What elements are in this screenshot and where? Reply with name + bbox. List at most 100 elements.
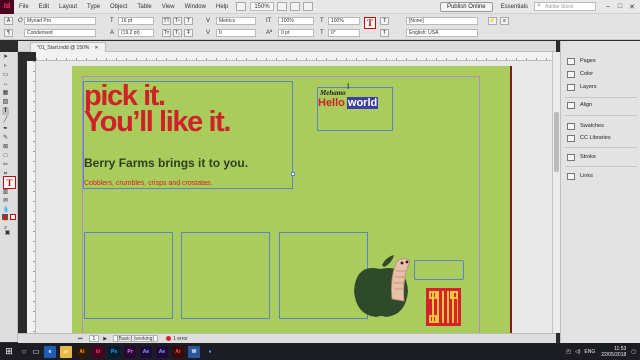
language-dropdown[interactable]: English: USA [406, 29, 478, 37]
pen-tool-icon[interactable]: ✒ [2, 126, 9, 133]
selection-tool-icon[interactable]: ➤ [2, 54, 9, 61]
panel-color[interactable]: Color [567, 69, 593, 79]
gap-tool-icon[interactable]: ↔ [2, 81, 9, 88]
font-size-field[interactable]: 16 pt [118, 17, 154, 25]
taskbar-app-icon[interactable]: Ps [108, 345, 120, 358]
taskbar-app-icon[interactable]: ● [204, 345, 216, 358]
volume-icon[interactable]: ◁) [575, 349, 581, 355]
kerning-field[interactable]: Metrics [216, 17, 256, 25]
panel-layers[interactable]: Layers [567, 82, 597, 92]
paragraph-formatting-icon[interactable]: ¶ [4, 29, 13, 37]
panel-swatches[interactable]: Swatches [567, 121, 604, 131]
quick-apply-icon[interactable]: ⚡ [488, 17, 497, 25]
horizontal-ruler[interactable] [36, 52, 552, 61]
taskbar-search-icon[interactable]: ○ [18, 343, 30, 360]
line-tool-icon[interactable]: ╱ [2, 117, 9, 124]
menu-object[interactable]: Object [105, 4, 132, 10]
baseline-shift-field[interactable]: 0 pt [278, 29, 314, 37]
publish-online-button[interactable]: Publish Online [439, 1, 493, 12]
bridge-icon[interactable] [236, 2, 247, 11]
skew-field[interactable]: 0° [328, 29, 360, 37]
content-placer-icon[interactable]: ▧ [2, 99, 9, 106]
taskbar-app-icon[interactable]: e [44, 345, 56, 358]
superscript-icon[interactable]: T¹ [173, 17, 182, 25]
font-family-field[interactable]: Myriad Pro [24, 17, 96, 25]
small-text-frame[interactable] [414, 260, 464, 280]
task-view-icon[interactable]: ▭ [30, 343, 42, 360]
menu-edit[interactable]: Edit [34, 4, 54, 10]
panel-pages[interactable]: Pages [567, 56, 596, 66]
character-formatting-icon[interactable]: A [4, 17, 13, 25]
close-tab-icon[interactable]: ✕ [94, 45, 98, 51]
image-frame-1[interactable] [84, 232, 173, 319]
type-tool-icon[interactable]: T [2, 108, 9, 115]
first-page-icon[interactable]: ⏮ [78, 336, 83, 342]
panel-stroke[interactable]: Stroke [567, 152, 596, 162]
menu-layout[interactable]: Layout [54, 4, 82, 10]
pasteboard[interactable]: pick it. You’ll like it. Berry Farms bri… [36, 61, 552, 333]
character-style-dropdown[interactable]: [None] [406, 17, 478, 25]
horizontal-scale-field[interactable]: 100% [328, 17, 360, 25]
vertical-scrollbar[interactable] [552, 52, 560, 333]
page-tool-icon[interactable]: ▭ [2, 72, 9, 79]
taskbar-app-icon[interactable]: Ar [172, 345, 184, 358]
close-icon[interactable]: ✕ [626, 3, 638, 11]
all-caps-icon[interactable]: TT [162, 17, 171, 25]
document-page[interactable]: pick it. You’ll like it. Berry Farms bri… [72, 66, 512, 333]
notifications-icon[interactable]: ▢ [631, 349, 636, 355]
text-fill-icon[interactable]: T [364, 17, 376, 29]
taskbar-app-icon[interactable]: Ae [140, 345, 152, 358]
fill-swatch[interactable] [2, 214, 8, 220]
arrange-documents-icon[interactable] [302, 2, 313, 11]
pencil-tool-icon[interactable]: ✎ [2, 135, 9, 142]
panel-menu-icon[interactable]: ≡ [500, 17, 509, 25]
page-number-field[interactable]: 1 [88, 335, 100, 342]
windows-start-icon[interactable]: ⊞ [0, 343, 18, 360]
image-frame-2[interactable] [181, 232, 270, 319]
font-style-field[interactable]: Condensed [24, 29, 96, 37]
underline-icon[interactable]: T [184, 17, 193, 25]
menu-help[interactable]: Help [211, 4, 233, 10]
rectangle-frame-tool-icon[interactable]: ⊠ [2, 144, 9, 151]
network-icon[interactable]: ◰ [566, 349, 571, 355]
leading-field[interactable]: (19.2 pt) [118, 29, 154, 37]
adobe-stock-search-input[interactable]: Adobe Stock [534, 2, 596, 11]
panel-cc-libraries[interactable]: CC Libraries [567, 133, 611, 143]
screen-mode-icon[interactable] [289, 2, 300, 11]
error-count[interactable]: 1 error [173, 336, 188, 342]
workspace-switcher[interactable]: Essentials [501, 4, 528, 10]
menu-view[interactable]: View [157, 4, 180, 10]
taskbar-app-icon[interactable]: Ae [156, 345, 168, 358]
taskbar-app-icon[interactable]: Ai [76, 345, 88, 358]
hello-world-text[interactable]: Hello world [318, 97, 379, 109]
taskbar-app-icon[interactable]: Pr [124, 345, 136, 358]
clock[interactable]: 11:53 22/05/2018 [601, 346, 626, 358]
menu-window[interactable]: Window [180, 4, 211, 10]
maximize-icon[interactable]: □ [614, 3, 626, 11]
minimize-icon[interactable]: – [602, 3, 614, 11]
strikethrough-icon[interactable]: Ŧ [184, 29, 193, 37]
menu-type[interactable]: Type [82, 4, 105, 10]
language-indicator[interactable]: ENG [584, 349, 595, 355]
frame-out-port-handle[interactable] [291, 172, 295, 176]
formatting-affects-text-icon[interactable]: T [3, 176, 16, 189]
menu-table[interactable]: Table [132, 4, 156, 10]
tracking-field[interactable]: 0 [216, 29, 256, 37]
screen-mode-tool-icon[interactable]: ▣ [4, 230, 11, 237]
gradient-feather-icon[interactable]: ▥ [2, 189, 9, 196]
subscript-icon[interactable]: T₁ [173, 29, 182, 37]
fill-color-icon[interactable]: T [380, 17, 389, 25]
vertical-scale-field[interactable]: 100% [278, 17, 314, 25]
rectangle-tool-icon[interactable]: □ [2, 153, 9, 160]
eyedropper-tool-icon[interactable]: 💧 [2, 207, 9, 214]
stroke-color-icon[interactable]: T [380, 29, 389, 37]
zoom-level-dropdown[interactable]: 150% [250, 2, 274, 11]
taskbar-app-icon[interactable]: W [188, 345, 200, 358]
taskbar-app-icon[interactable]: 📁 [60, 345, 72, 358]
panel-align[interactable]: Align [567, 100, 592, 110]
preflight-profile-field[interactable]: [Basic] (working) [113, 335, 159, 342]
hello-text-frame[interactable]: Mehamo Hello world [317, 87, 393, 131]
next-page-icon[interactable]: ▶ [103, 336, 107, 342]
vertical-scrollbar-thumb[interactable] [554, 112, 559, 172]
document-tab[interactable]: *01_Start.indd @ 150% ✕ [30, 42, 106, 52]
